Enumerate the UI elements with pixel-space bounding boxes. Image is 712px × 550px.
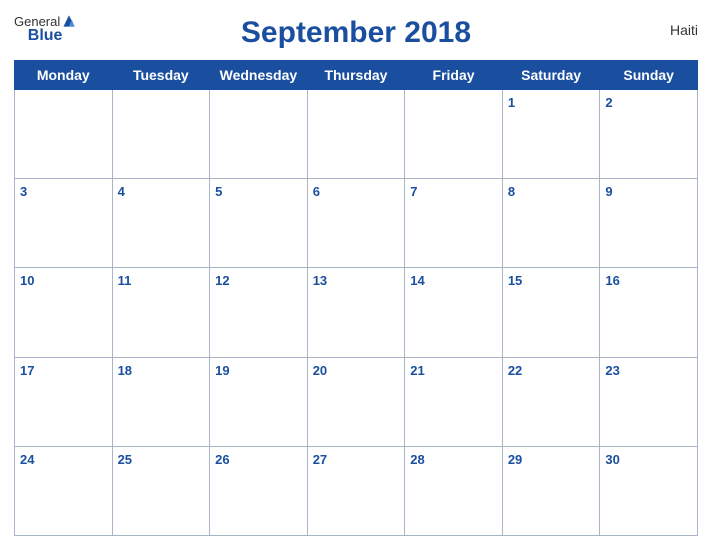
weekday-header-sunday: Sunday	[600, 61, 698, 90]
calendar-empty-cell	[112, 90, 210, 179]
day-number-20: 20	[313, 363, 327, 378]
calendar-empty-cell	[210, 90, 308, 179]
calendar-header: General Blue September 2018 Haiti	[14, 10, 698, 60]
calendar-container: General Blue September 2018 Haiti Monday…	[0, 0, 712, 550]
calendar-day-28: 28	[405, 446, 503, 535]
calendar-day-4: 4	[112, 179, 210, 268]
calendar-day-30: 30	[600, 446, 698, 535]
day-number-3: 3	[20, 184, 27, 199]
day-number-23: 23	[605, 363, 619, 378]
calendar-day-5: 5	[210, 179, 308, 268]
day-number-6: 6	[313, 184, 320, 199]
day-number-9: 9	[605, 184, 612, 199]
day-number-2: 2	[605, 95, 612, 110]
calendar-empty-cell	[307, 90, 405, 179]
day-number-1: 1	[508, 95, 515, 110]
logo: General Blue	[14, 14, 76, 44]
weekday-header-friday: Friday	[405, 61, 503, 90]
calendar-week-4: 17 18 19 20 21 22 23	[15, 357, 698, 446]
calendar-day-7: 7	[405, 179, 503, 268]
calendar-day-1: 1	[502, 90, 600, 179]
weekday-header-monday: Monday	[15, 61, 113, 90]
calendar-day-27: 27	[307, 446, 405, 535]
day-number-15: 15	[508, 273, 522, 288]
calendar-day-17: 17	[15, 357, 113, 446]
calendar-day-26: 26	[210, 446, 308, 535]
calendar-day-6: 6	[307, 179, 405, 268]
calendar-week-2: 3 4 5 6 7 8 9	[15, 179, 698, 268]
calendar-week-1: 12	[15, 90, 698, 179]
calendar-day-11: 11	[112, 268, 210, 357]
day-number-25: 25	[118, 452, 132, 467]
calendar-day-22: 22	[502, 357, 600, 446]
day-number-21: 21	[410, 363, 424, 378]
day-number-26: 26	[215, 452, 229, 467]
calendar-day-14: 14	[405, 268, 503, 357]
calendar-day-25: 25	[112, 446, 210, 535]
weekday-header-tuesday: Tuesday	[112, 61, 210, 90]
calendar-empty-cell	[405, 90, 503, 179]
weekday-header-row: MondayTuesdayWednesdayThursdayFridaySatu…	[15, 61, 698, 90]
weekday-header-thursday: Thursday	[307, 61, 405, 90]
calendar-day-19: 19	[210, 357, 308, 446]
day-number-4: 4	[118, 184, 125, 199]
day-number-17: 17	[20, 363, 34, 378]
calendar-day-24: 24	[15, 446, 113, 535]
country-label: Haiti	[670, 22, 698, 38]
day-number-27: 27	[313, 452, 327, 467]
weekday-header-wednesday: Wednesday	[210, 61, 308, 90]
calendar-empty-cell	[15, 90, 113, 179]
day-number-24: 24	[20, 452, 34, 467]
day-number-11: 11	[118, 273, 132, 288]
calendar-day-15: 15	[502, 268, 600, 357]
calendar-day-23: 23	[600, 357, 698, 446]
day-number-13: 13	[313, 273, 327, 288]
day-number-5: 5	[215, 184, 222, 199]
day-number-10: 10	[20, 273, 34, 288]
logo-blue-text: Blue	[28, 27, 63, 44]
weekday-header-saturday: Saturday	[502, 61, 600, 90]
logo-general-text: General	[14, 15, 60, 28]
calendar-day-10: 10	[15, 268, 113, 357]
calendar-day-13: 13	[307, 268, 405, 357]
day-number-19: 19	[215, 363, 229, 378]
day-number-18: 18	[118, 363, 132, 378]
day-number-30: 30	[605, 452, 619, 467]
calendar-day-21: 21	[405, 357, 503, 446]
calendar-day-8: 8	[502, 179, 600, 268]
day-number-29: 29	[508, 452, 522, 467]
calendar-day-12: 12	[210, 268, 308, 357]
day-number-12: 12	[215, 273, 229, 288]
calendar-day-3: 3	[15, 179, 113, 268]
calendar-day-29: 29	[502, 446, 600, 535]
calendar-title: September 2018	[241, 16, 471, 50]
calendar-table: MondayTuesdayWednesdayThursdayFridaySatu…	[14, 60, 698, 536]
calendar-day-16: 16	[600, 268, 698, 357]
calendar-day-18: 18	[112, 357, 210, 446]
day-number-28: 28	[410, 452, 424, 467]
day-number-7: 7	[410, 184, 417, 199]
calendar-week-3: 10 11 12 13 14 15 16	[15, 268, 698, 357]
calendar-day-9: 9	[600, 179, 698, 268]
day-number-22: 22	[508, 363, 522, 378]
logo-icon	[62, 14, 76, 28]
day-number-8: 8	[508, 184, 515, 199]
calendar-week-5: 24 25 26 27 28 29 30	[15, 446, 698, 535]
day-number-16: 16	[605, 273, 619, 288]
calendar-day-20: 20	[307, 357, 405, 446]
calendar-day-2: 2	[600, 90, 698, 179]
day-number-14: 14	[410, 273, 424, 288]
